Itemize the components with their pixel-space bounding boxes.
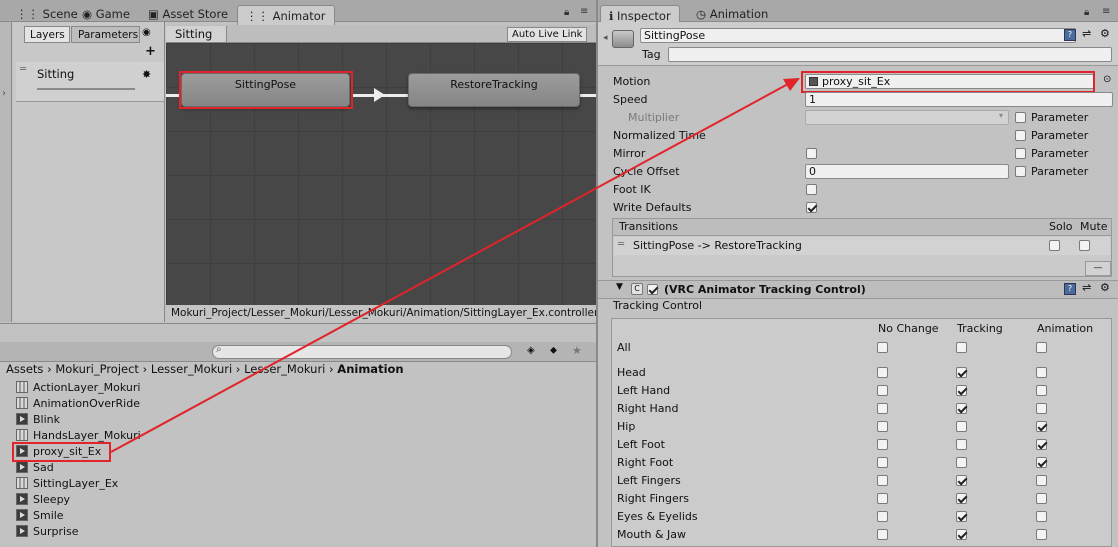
annotation-arrow [110,78,800,453]
